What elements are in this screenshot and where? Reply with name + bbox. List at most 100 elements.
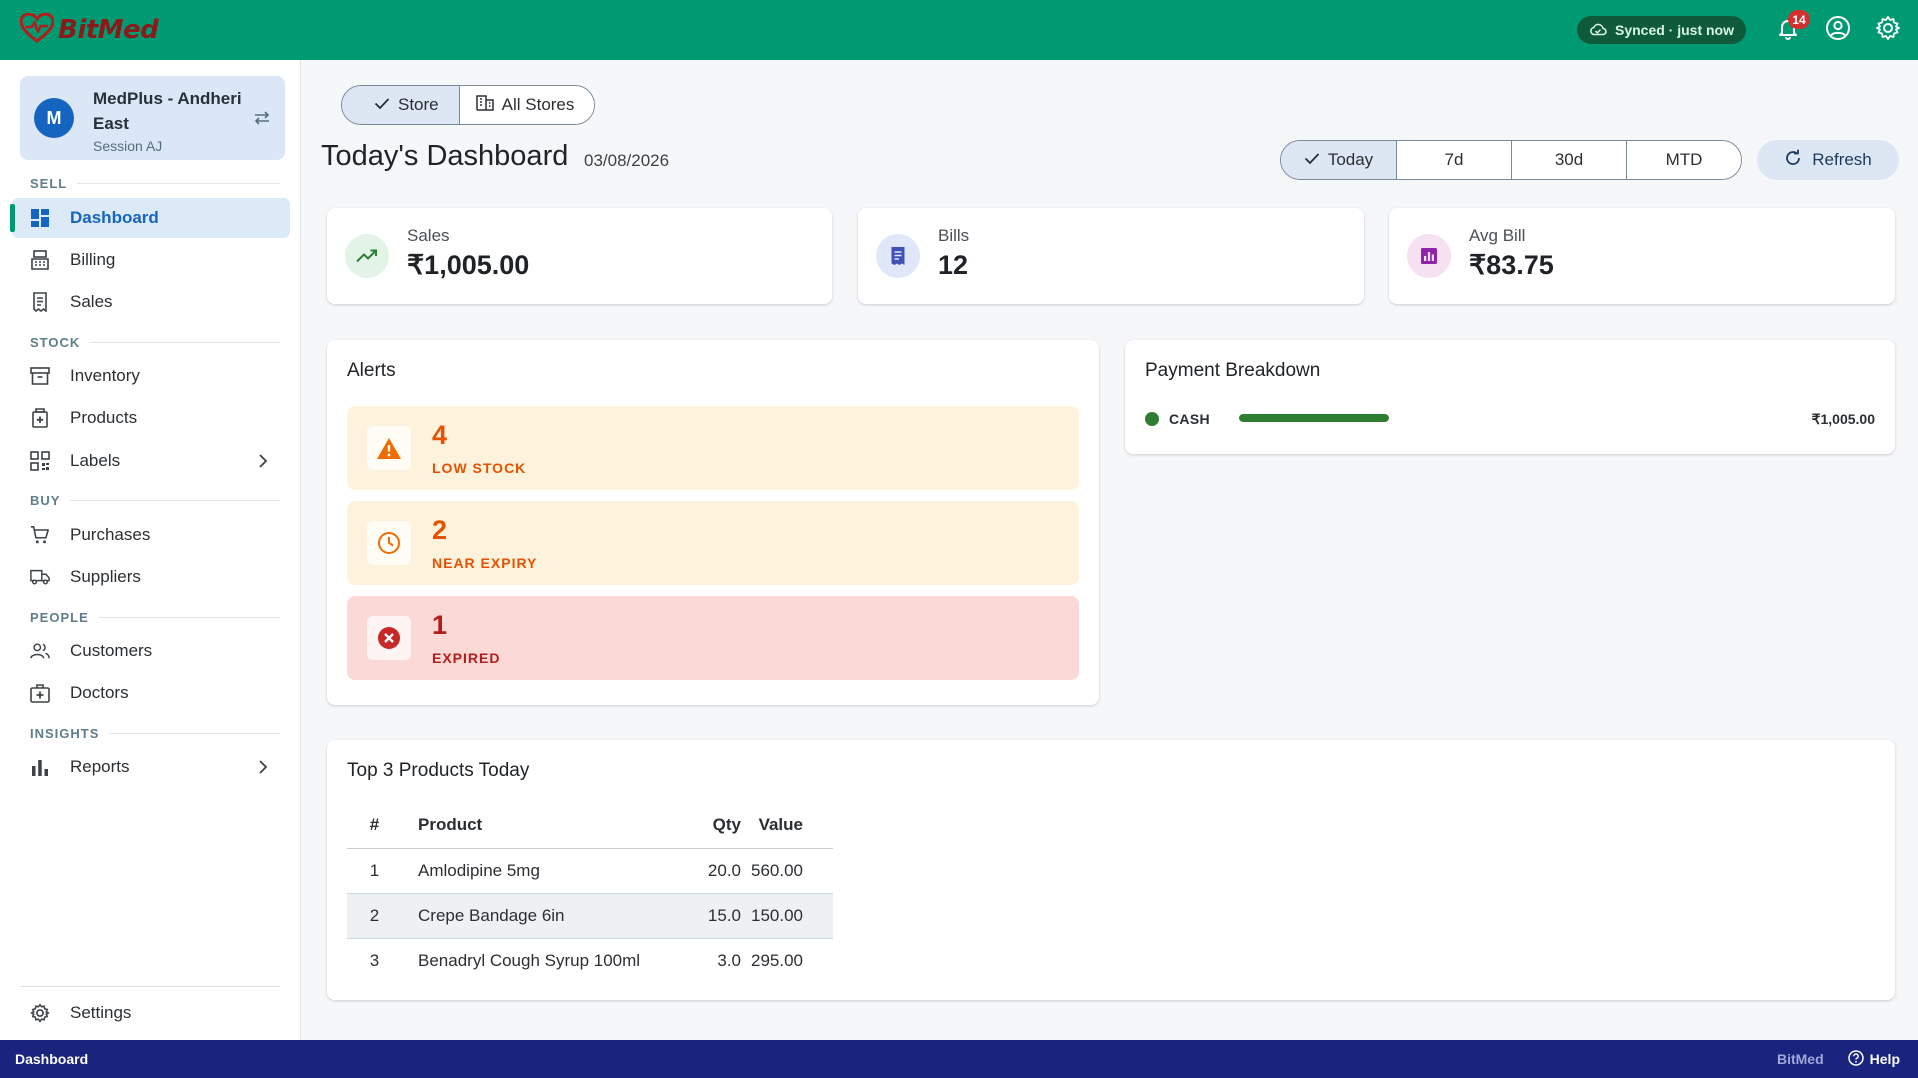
column-header-value: Value (741, 802, 833, 849)
alerts-title: Alerts (347, 360, 396, 381)
qr-code-icon (30, 451, 50, 471)
scope-all-stores-label: All Stores (501, 95, 575, 114)
store-switcher[interactable]: M MedPlus - Andheri East Session AJ (20, 76, 285, 160)
expired-label: EXPIRED (432, 650, 501, 666)
status-footer: Dashboard BitMed Help (0, 1040, 1918, 1078)
bills-stat-card[interactable]: Bills 12 (858, 208, 1364, 304)
warning-icon (367, 426, 411, 470)
help-circle-icon (1847, 1049, 1864, 1069)
payment-method-label: CASH (1169, 411, 1210, 427)
app-logo[interactable]: BitMed (19, 11, 159, 48)
near-expiry-label: NEAR EXPIRY (432, 555, 538, 571)
sync-status-badge[interactable]: Synced · just now (1576, 16, 1746, 44)
notifications-button[interactable]: 14 (1770, 10, 1810, 48)
sidebar-item-label: Billing (70, 250, 116, 269)
scope-store-button[interactable]: Store (342, 86, 459, 124)
range-today-button[interactable]: Today (1281, 141, 1396, 179)
sidebar-item-settings[interactable]: Settings (12, 993, 290, 1033)
sidebar-item-products[interactable]: Products (12, 398, 290, 438)
bar-chart-icon (30, 757, 50, 777)
sync-status-text: Synced · just now (1614, 22, 1734, 38)
alerts-card: Alerts 4 LOW STOCK 2 NEAR EXPIRY 1 EXPIR… (327, 340, 1099, 705)
receipt-icon (876, 234, 920, 278)
top-app-bar: BitMed Synced · just now 14 (0, 0, 1918, 60)
footer-page-name: Dashboard (15, 1051, 89, 1067)
row-num: 3 (369, 950, 380, 970)
range-30d-button[interactable]: 30d (1511, 141, 1626, 179)
avg-bill-stat-card[interactable]: Avg Bill ₹83.75 (1389, 208, 1895, 304)
sidebar-item-suppliers[interactable]: Suppliers (12, 557, 290, 597)
table-row[interactable]: 3 Benadryl Cough Syrup 100ml 3.0 295.00 (347, 938, 833, 983)
expired-count: 1 (432, 610, 448, 640)
sales-stat-card[interactable]: Sales ₹1,005.00 (327, 208, 832, 304)
sidebar-item-label: Settings (70, 1003, 132, 1022)
sidebar-item-purchases[interactable]: Purchases (12, 515, 290, 555)
check-icon (1304, 150, 1320, 170)
payment-share-fill (1239, 414, 1389, 422)
sidebar-item-billing[interactable]: Billing (12, 240, 290, 280)
swap-horizontal-icon[interactable] (253, 110, 271, 131)
sidebar-item-label: Dashboard (70, 208, 159, 227)
cart-icon (30, 525, 50, 545)
store-name: MedPlus - Andheri East (93, 89, 242, 133)
sidebar-item-doctors[interactable]: Doctors (12, 673, 290, 713)
refresh-label: Refresh (1812, 150, 1872, 169)
sidebar-item-labels[interactable]: Labels (12, 441, 290, 481)
row-value: 150.00 (741, 893, 833, 939)
sidebar: M MedPlus - Andheri East Session AJ SELL… (0, 60, 301, 1040)
help-link[interactable]: Help (1847, 1049, 1900, 1069)
sidebar-item-label: Suppliers (70, 567, 141, 586)
range-mtd-button[interactable]: MTD (1626, 141, 1741, 179)
scope-all-stores-button[interactable]: All Stores (458, 86, 595, 124)
range-mtd-label: MTD (1665, 150, 1703, 169)
section-label-people: PEOPLE (30, 610, 280, 625)
payment-share-bar (1239, 414, 1389, 422)
avg-bill-value: ₹83.75 (1469, 250, 1554, 280)
near-expiry-alert[interactable]: 2 NEAR EXPIRY (347, 501, 1079, 585)
top-products-title: Top 3 Products Today (347, 760, 530, 781)
row-value: 560.00 (741, 848, 833, 894)
table-row[interactable]: 1 Amlodipine 5mg 20.0 560.00 (347, 848, 833, 894)
sidebar-item-dashboard[interactable]: Dashboard (10, 198, 290, 238)
check-icon (374, 95, 390, 115)
sidebar-item-sales[interactable]: Sales (12, 282, 290, 322)
analytics-icon (1407, 234, 1451, 278)
table-row[interactable]: 2 Crepe Bandage 6in 15.0 150.00 (347, 893, 833, 939)
bills-value: 12 (938, 250, 969, 280)
trending-up-icon (345, 234, 389, 278)
payment-breakdown-title: Payment Breakdown (1145, 360, 1321, 381)
sidebar-divider (20, 986, 280, 987)
bills-label: Bills (938, 226, 970, 245)
section-label-sell: SELL (30, 176, 280, 191)
sidebar-item-customers[interactable]: Customers (12, 631, 290, 671)
settings-button[interactable] (1870, 12, 1906, 48)
brand-name: BitMed (58, 15, 159, 45)
sidebar-item-label: Customers (70, 641, 153, 660)
refresh-button[interactable]: Refresh (1757, 140, 1899, 180)
row-num: 2 (347, 893, 402, 939)
avg-bill-label: Avg Bill (1469, 226, 1526, 245)
expired-alert[interactable]: 1 EXPIRED (347, 596, 1079, 680)
footer-brand: BitMed (1776, 1051, 1824, 1067)
inventory-box-icon (30, 366, 50, 386)
low-stock-label: LOW STOCK (432, 460, 527, 476)
row-product: Benadryl Cough Syrup 100ml (418, 950, 641, 970)
low-stock-count: 4 (432, 420, 448, 450)
sidebar-item-inventory[interactable]: Inventory (12, 356, 290, 396)
table-header-row: # Product Qty Value (347, 802, 833, 849)
range-today-label: Today (1327, 150, 1374, 169)
refresh-icon (1784, 149, 1802, 172)
low-stock-alert[interactable]: 4 LOW STOCK (347, 406, 1079, 490)
row-qty: 3.0 (717, 950, 741, 970)
account-button[interactable] (1820, 12, 1856, 48)
sidebar-item-label: Reports (70, 757, 130, 776)
sidebar-item-reports[interactable]: Reports (12, 747, 290, 787)
top-products-table: # Product Qty Value 1 Amlodipine 5mg 20.… (347, 802, 833, 983)
range-7d-button[interactable]: 7d (1396, 141, 1511, 179)
section-label-insights: INSIGHTS (30, 726, 280, 741)
cash-register-icon (30, 250, 50, 270)
top-products-card: Top 3 Products Today # Product Qty Value… (327, 740, 1895, 1000)
medicine-box-icon (30, 408, 50, 428)
account-circle-icon (1825, 15, 1851, 46)
section-label-stock: STOCK (30, 335, 280, 350)
